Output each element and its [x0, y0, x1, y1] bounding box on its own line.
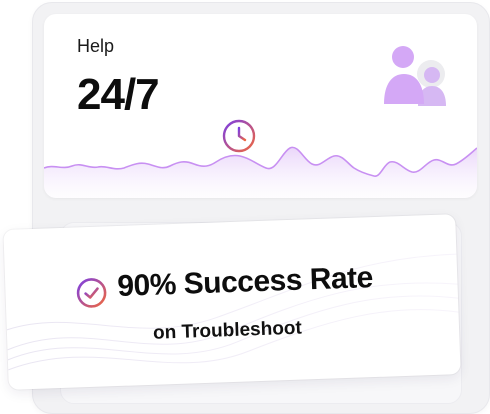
help-hours-value: 24/7	[77, 70, 160, 119]
card-background-pattern	[6, 253, 459, 371]
success-rate-card: 90% Success Rate on Troubleshoot	[3, 214, 461, 390]
clock-icon	[222, 119, 256, 153]
activity-wave	[44, 146, 477, 198]
users-icon	[384, 46, 446, 106]
help-availability-card: Help 24/7	[44, 14, 477, 198]
help-label: Help	[77, 36, 115, 56]
check-circle-icon	[76, 278, 107, 308]
stats-stack: Help 24/7 90% Success Rate on Troublesho…	[0, 0, 490, 414]
